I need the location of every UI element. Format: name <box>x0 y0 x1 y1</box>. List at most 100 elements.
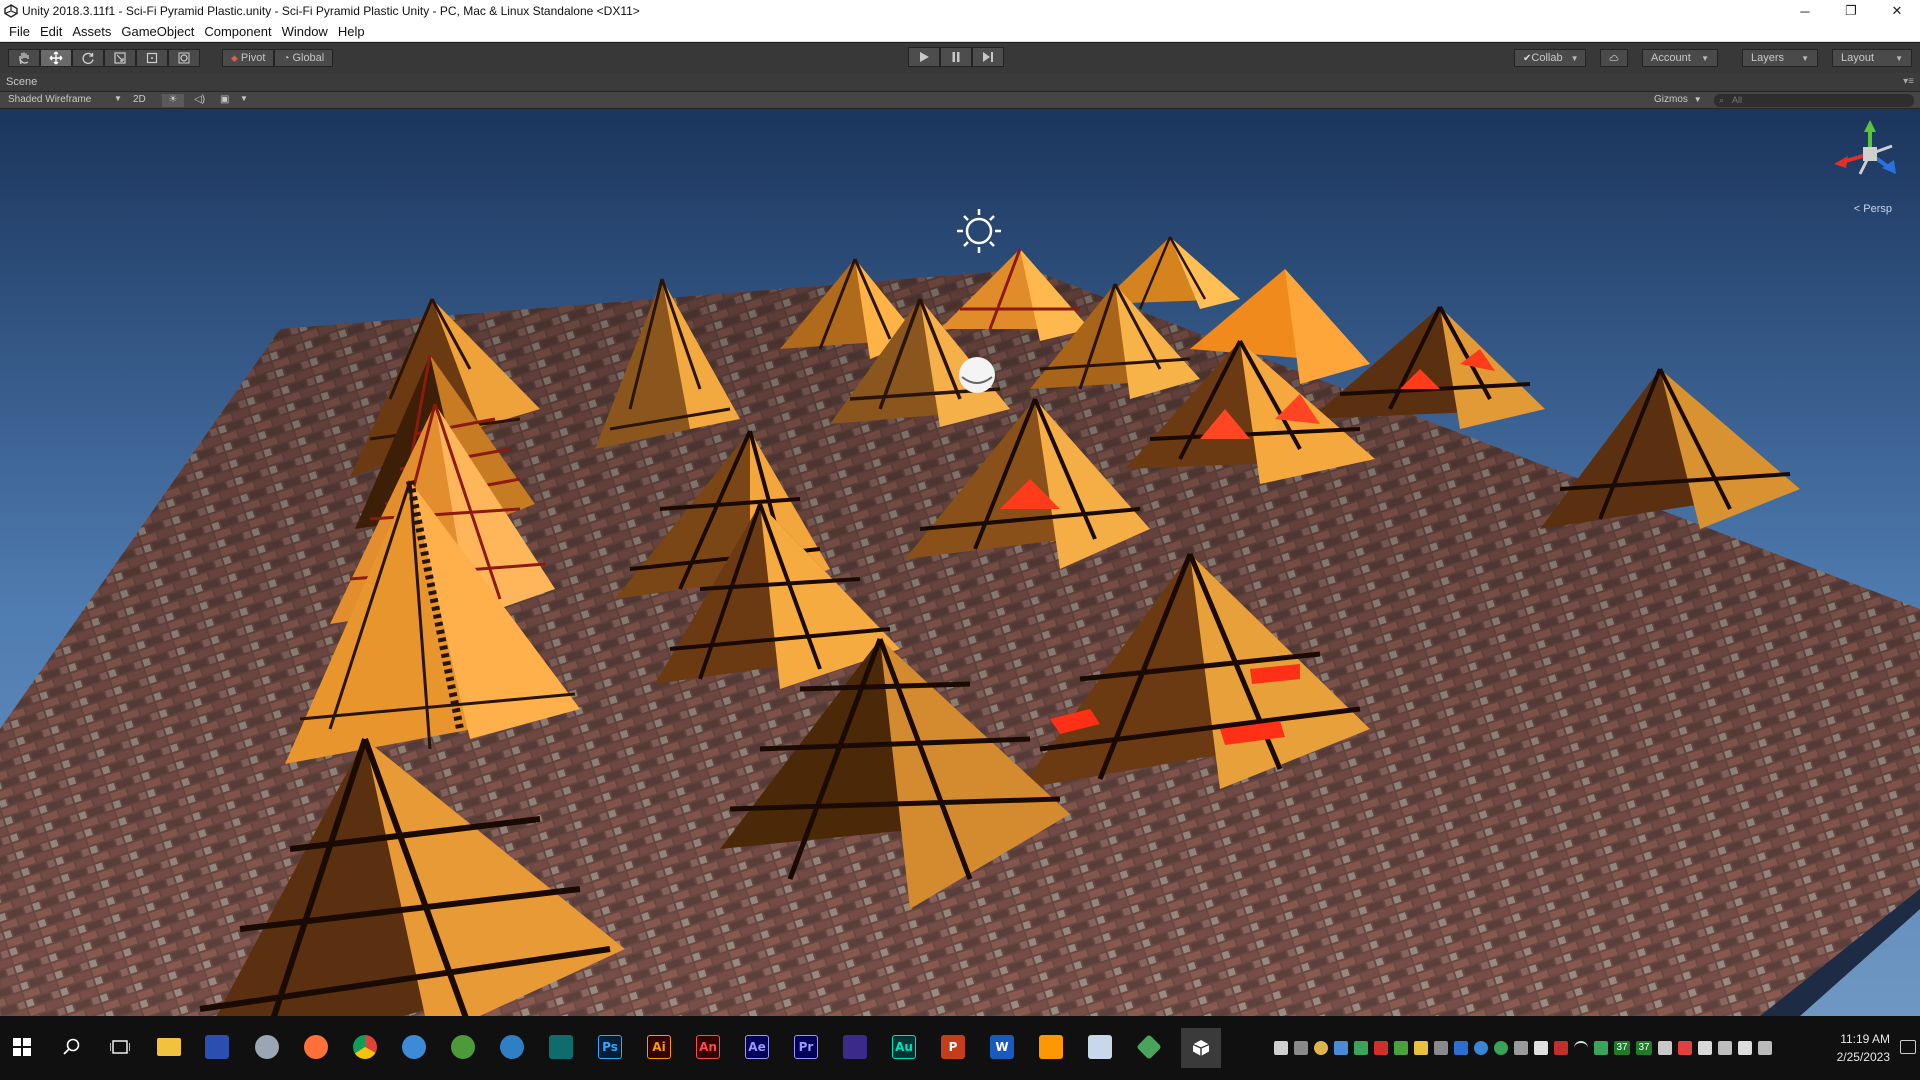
tray-icon-9[interactable] <box>1434 1041 1448 1055</box>
tray-icon-7[interactable] <box>1394 1041 1408 1055</box>
menu-edit[interactable]: Edit <box>35 24 67 39</box>
taskbar-teal-app[interactable] <box>544 1030 578 1064</box>
taskbar-photoshop[interactable]: Ps <box>593 1030 627 1064</box>
taskbar-animate[interactable]: An <box>691 1030 725 1064</box>
tray-icon-1[interactable] <box>1274 1041 1288 1055</box>
taskbar-unity[interactable] <box>1181 1028 1221 1068</box>
draw-mode-dropdown[interactable]: Shaded Wireframe <box>8 94 91 105</box>
taskbar-app-blue[interactable] <box>200 1030 234 1064</box>
pivot-toggle[interactable]: ◆ Pivot <box>222 49 275 67</box>
menu-help[interactable]: Help <box>333 24 370 39</box>
taskbar-sublime[interactable] <box>1034 1030 1068 1064</box>
collab-dropdown[interactable]: ✔ Collab ▼ <box>1514 49 1586 67</box>
taskbar-illustrator[interactable]: Ai <box>642 1030 676 1064</box>
account-caret-icon: ▼ <box>1701 53 1709 63</box>
taskbar-purple-app[interactable] <box>838 1030 872 1064</box>
layers-dropdown[interactable]: Layers ▼ <box>1742 49 1818 67</box>
tray-icon-14[interactable] <box>1534 1041 1548 1055</box>
gizmos-dropdown[interactable]: Gizmos ▼ <box>1654 94 1702 105</box>
taskbar-powerpoint[interactable]: P <box>936 1030 970 1064</box>
keyboard-icon[interactable] <box>1758 1041 1772 1055</box>
step-button[interactable] <box>972 47 1004 67</box>
taskbar-firefox[interactable] <box>299 1030 333 1064</box>
tray-icon-10[interactable] <box>1454 1041 1468 1055</box>
pause-button[interactable] <box>940 47 972 67</box>
wifi-icon[interactable] <box>1574 1041 1588 1055</box>
tray-icon-13[interactable] <box>1514 1041 1528 1055</box>
rotate-tool-button[interactable] <box>72 49 104 67</box>
scene-search-input[interactable]: ⌕ All <box>1714 94 1914 107</box>
taskbar-after-effects[interactable]: Ae <box>740 1030 774 1064</box>
tray-icon-15[interactable] <box>1554 1041 1568 1055</box>
close-button[interactable]: ✕ <box>1874 0 1920 22</box>
tray-icon-12[interactable] <box>1494 1041 1508 1055</box>
taskbar-chrome[interactable] <box>348 1030 382 1064</box>
tab-scene[interactable]: Scene <box>6 76 37 88</box>
account-dropdown[interactable]: Account ▼ <box>1642 49 1718 67</box>
tray-icon-11[interactable] <box>1474 1041 1488 1055</box>
tray-icon-8[interactable] <box>1414 1041 1428 1055</box>
transform-tool-button[interactable] <box>168 49 200 67</box>
taskbar-earth-app[interactable] <box>495 1030 529 1064</box>
main-toolbar: ◆ Pivot ◔ Global ✔ Collab ▼ Account ▼ La… <box>0 43 1920 73</box>
taskbar-globe-app[interactable] <box>446 1030 480 1064</box>
play-button[interactable] <box>908 47 940 67</box>
scene-viewport[interactable]: < Persp <box>0 109 1920 1016</box>
hand-icon <box>19 52 29 65</box>
tray-icon-16[interactable] <box>1594 1041 1608 1055</box>
taskbar-diamond-app[interactable] <box>1132 1030 1166 1064</box>
taskbar-app-paint[interactable] <box>250 1030 284 1064</box>
tray-icon-19[interactable] <box>1718 1041 1732 1055</box>
lighting-toggle[interactable]: ☀ <box>162 94 184 107</box>
firefox-icon <box>304 1035 328 1059</box>
minimize-button[interactable]: ─ <box>1782 0 1828 22</box>
search-button[interactable] <box>55 1030 89 1064</box>
sphere-object[interactable] <box>959 357 995 393</box>
menu-component[interactable]: Component <box>199 24 276 39</box>
menu-window[interactable]: Window <box>277 24 333 39</box>
menu-file[interactable]: File <box>4 24 35 39</box>
tray-number-2[interactable]: 37 <box>1636 1041 1652 1055</box>
audio-toggle[interactable]: ◁) <box>194 94 205 105</box>
battery-icon[interactable] <box>1738 1041 1752 1055</box>
pivot-label: Pivot <box>240 52 266 64</box>
rect-tool-button[interactable] <box>136 49 168 67</box>
search-placeholder: All <box>1732 95 1743 105</box>
menu-assets[interactable]: Assets <box>67 24 116 39</box>
taskbar-clock[interactable]: 11:19 AM 2/25/2023 <box>1837 1030 1890 1066</box>
global-toggle[interactable]: ◔ Global <box>274 49 334 67</box>
taskbar-premiere[interactable]: Pr <box>789 1030 823 1064</box>
restore-button[interactable]: ❐ <box>1828 0 1874 22</box>
effects-dropdown[interactable]: ▣ <box>220 94 229 105</box>
illustrator-icon: Ai <box>647 1035 671 1059</box>
premiere-icon: Pr <box>794 1035 818 1059</box>
task-view-button[interactable] <box>103 1030 137 1064</box>
layout-dropdown[interactable]: Layout ▼ <box>1832 49 1912 67</box>
tray-icon-4[interactable] <box>1334 1041 1348 1055</box>
tray-icon-18[interactable] <box>1678 1041 1692 1055</box>
mode-2d-toggle[interactable]: 2D <box>133 94 146 105</box>
tray-icon-6[interactable] <box>1374 1041 1388 1055</box>
persp-label[interactable]: < Persp <box>1854 203 1892 215</box>
tray-icon-3[interactable] <box>1314 1041 1328 1055</box>
tray-icon-5[interactable] <box>1354 1041 1368 1055</box>
tray-icon-2[interactable] <box>1294 1041 1308 1055</box>
notification-icon[interactable] <box>1900 1040 1916 1054</box>
speaker-icon[interactable] <box>1698 1041 1712 1055</box>
taskbar-file-explorer[interactable] <box>152 1030 186 1064</box>
scale-tool-button[interactable] <box>104 49 136 67</box>
taskbar-word[interactable]: W <box>985 1030 1019 1064</box>
tray-icon-17[interactable] <box>1658 1041 1672 1055</box>
taskbar-audition[interactable]: Au <box>887 1030 921 1064</box>
teal-app-icon <box>549 1035 573 1059</box>
hand-tool-button[interactable] <box>8 49 40 67</box>
move-tool-button[interactable] <box>40 49 72 67</box>
tray-number-1[interactable]: 37 <box>1614 1041 1630 1055</box>
taskbar-search-app[interactable] <box>397 1030 431 1064</box>
menu-gameobject[interactable]: GameObject <box>116 24 199 39</box>
tab-menu-icon[interactable]: ▾≡ <box>1903 76 1914 87</box>
cloud-button[interactable] <box>1600 49 1628 67</box>
taskbar-notepad[interactable] <box>1083 1030 1117 1064</box>
scene-render[interactable] <box>0 109 1920 1016</box>
start-button[interactable] <box>5 1030 39 1064</box>
